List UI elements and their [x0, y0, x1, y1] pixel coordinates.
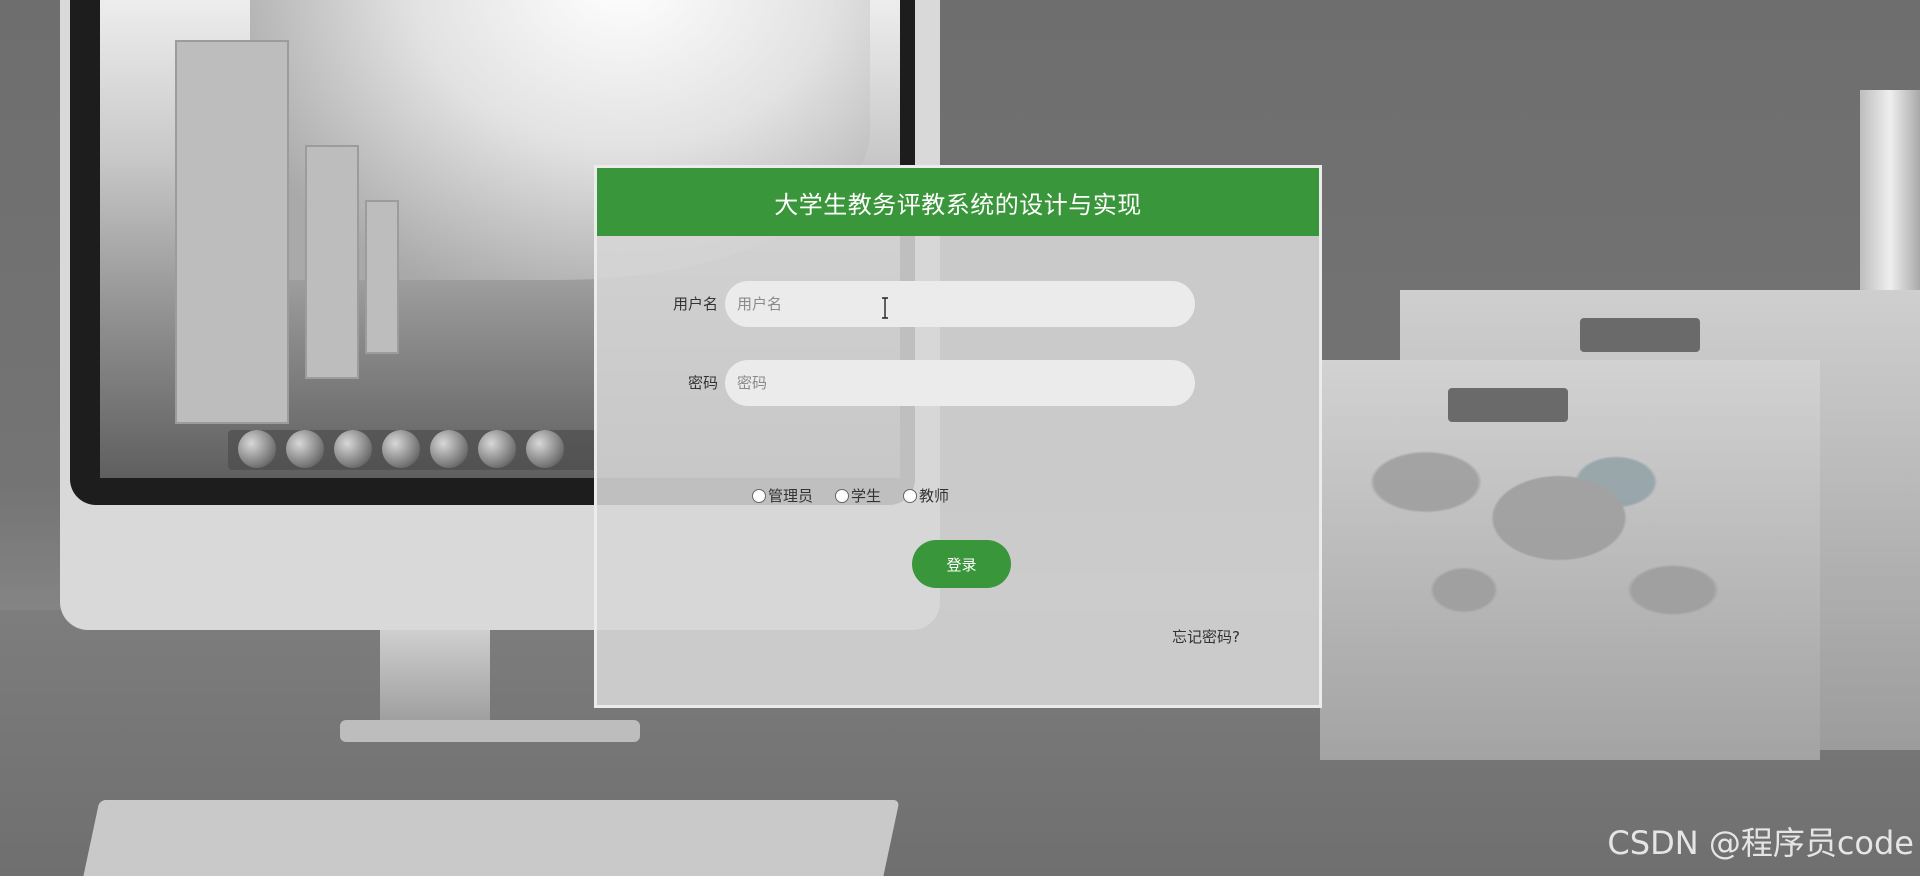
page-title: 大学生教务评教系统的设计与实现 [774, 190, 1142, 219]
login-panel: 大学生教务评教系统的设计与实现 用户名 密码 管理员 学生 教师 登录 [594, 165, 1322, 708]
background-monitor-base [340, 720, 640, 742]
password-input[interactable] [725, 360, 1195, 406]
dock-icon [478, 430, 516, 468]
password-label: 密码 [687, 374, 718, 392]
username-label: 用户名 [672, 295, 718, 313]
role-label: 管理员 [768, 487, 814, 505]
dock-icon [430, 430, 468, 468]
forgot-password-link[interactable]: 忘记密码? [1172, 626, 1240, 647]
background-world-map [1350, 410, 1730, 650]
background-tube [1860, 90, 1920, 290]
background-dock [228, 430, 598, 470]
background-window [305, 145, 359, 379]
radio-icon[interactable] [903, 488, 918, 503]
login-page: 大学生教务评教系统的设计与实现 用户名 密码 管理员 学生 教师 登录 [0, 0, 1920, 876]
username-input[interactable] [725, 281, 1195, 327]
dock-icon [382, 430, 420, 468]
role-selector: 管理员 学生 教师 [752, 485, 949, 506]
text-cursor-icon [882, 297, 888, 319]
watermark: CSDN @程序员code [1607, 824, 1914, 862]
login-button[interactable]: 登录 [912, 540, 1011, 588]
radio-icon[interactable] [752, 488, 766, 503]
role-option-student[interactable]: 学生 [835, 485, 881, 506]
role-label: 教师 [919, 487, 950, 505]
background-monitor-stand [380, 630, 490, 730]
role-option-teacher[interactable]: 教师 [903, 485, 949, 506]
login-header: 大学生教务评教系统的设计与实现 [597, 168, 1319, 236]
background-keyboard [80, 800, 900, 876]
background-window [175, 40, 289, 424]
role-label: 学生 [851, 487, 882, 505]
dock-icon [526, 430, 564, 468]
password-row: 密码 [597, 360, 1319, 406]
username-row: 用户名 [597, 281, 1319, 327]
dock-icon [238, 430, 276, 468]
radio-icon[interactable] [835, 488, 850, 503]
dock-icon [286, 430, 324, 468]
background-window [365, 200, 399, 354]
dock-icon [334, 430, 372, 468]
background-bag-handle [1580, 318, 1700, 352]
role-option-admin[interactable]: 管理员 [752, 485, 813, 506]
